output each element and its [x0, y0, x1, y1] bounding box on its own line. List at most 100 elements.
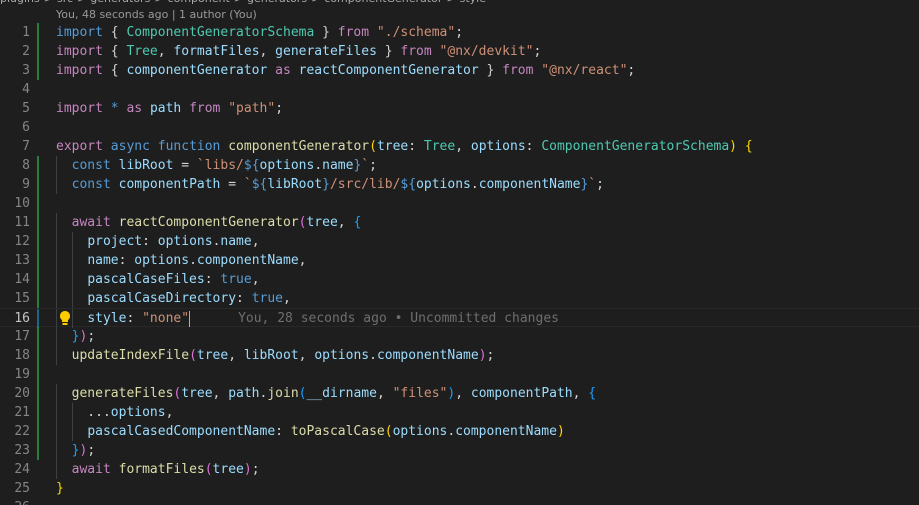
code-token: , [455, 386, 471, 401]
code-token: ) [478, 348, 487, 363]
git-change-indicator[interactable] [37, 327, 39, 346]
breadcrumb-item[interactable]: componentGenerator [324, 0, 442, 5]
breadcrumb-item[interactable]: plugins [0, 0, 40, 5]
inline-blame[interactable]: You, 28 seconds ago • Uncommitted change… [238, 311, 559, 326]
code-content: }); [56, 441, 95, 460]
code-token: ; [627, 63, 636, 78]
git-change-indicator[interactable] [37, 441, 39, 460]
code-token: ${ [243, 158, 260, 173]
code-token: ComponentGeneratorSchema [126, 25, 315, 40]
code-token: : [236, 291, 252, 306]
code-line[interactable]: 21 ...options, [0, 403, 919, 422]
code-line[interactable]: 24 await formatFiles(tree); [0, 460, 919, 479]
code-line[interactable]: 5 import * as path from "path"; [0, 99, 919, 118]
code-token: : [275, 424, 291, 439]
line-number: 22 [14, 424, 30, 439]
codelens-blame[interactable]: You, 48 seconds ago | 1 author (You) [56, 8, 257, 24]
breadcrumb-item[interactable]: generators [90, 0, 150, 5]
code-token: function [157, 139, 229, 154]
code-token: } [322, 177, 330, 192]
code-token: . [470, 177, 479, 192]
code-content: }); [56, 327, 95, 346]
git-change-indicator[interactable] [37, 175, 39, 194]
code-line[interactable]: 19 [0, 365, 919, 384]
code-line[interactable]: 10 [0, 194, 919, 213]
line-number: 23 [14, 443, 30, 458]
code-editor[interactable]: plugins > src > generators > component > generat… [0, 0, 919, 505]
breadcrumb-item[interactable]: component [168, 0, 230, 5]
git-change-indicator[interactable] [37, 42, 39, 61]
code-line[interactable]: 20 generateFiles(tree, path.join(__dirna… [0, 384, 919, 403]
code-token: } [376, 44, 401, 59]
code-token: ) [556, 424, 565, 439]
git-change-indicator[interactable] [37, 232, 39, 251]
git-change-indicator[interactable] [37, 251, 39, 270]
code-line[interactable]: 11 await reactComponentGenerator(tree, { [0, 213, 919, 232]
code-line[interactable]: 3 import { componentGenerator as reactCom… [0, 61, 919, 80]
git-change-indicator[interactable] [37, 309, 39, 328]
git-change-indicator[interactable] [37, 23, 39, 42]
code-line[interactable]: 6 [0, 118, 919, 137]
lightbulb-icon[interactable] [58, 310, 72, 326]
line-number: 13 [14, 253, 30, 268]
git-change-indicator[interactable] [37, 213, 39, 232]
code-token: { [588, 386, 597, 401]
code-content: name: options.componentName, [56, 251, 306, 270]
code-line[interactable]: 1 import { ComponentGeneratorSchema } fro… [0, 23, 919, 42]
code-token: , [455, 139, 471, 154]
code-line[interactable]: 14 pascalCaseFiles: true, [0, 270, 919, 289]
git-change-indicator[interactable] [37, 403, 39, 422]
code-line[interactable]: 13 name: options.componentName, [0, 251, 919, 270]
code-line[interactable]: 22 pascalCasedComponentName: toPascalCas… [0, 422, 919, 441]
git-change-indicator[interactable] [37, 156, 39, 175]
git-change-indicator[interactable] [37, 194, 39, 213]
code-content: pascalCaseDirectory: true, [56, 289, 291, 308]
code-line[interactable]: 7 export async function componentGenerato… [0, 137, 919, 156]
git-change-indicator[interactable] [37, 365, 39, 384]
git-change-indicator[interactable] [37, 270, 39, 289]
code-line[interactable]: 15 pascalCaseDirectory: true, [0, 289, 919, 308]
breadcrumb-item[interactable]: style [460, 0, 486, 5]
code-line[interactable]: 17 }); [0, 327, 919, 346]
code-line[interactable]: 23 }); [0, 441, 919, 460]
code-content: updateIndexFile(tree, libRoot, options.c… [56, 346, 495, 365]
breadcrumb-separator: > [234, 0, 243, 5]
code-line[interactable]: 4 [0, 80, 919, 99]
code-token: ; [369, 158, 377, 173]
git-change-indicator[interactable] [37, 289, 39, 308]
code-token: tree [306, 215, 338, 230]
git-change-indicator[interactable] [37, 346, 39, 365]
code-line[interactable]: 25} [0, 479, 919, 498]
code-token: from [337, 25, 377, 40]
code-token: generateFiles [71, 386, 174, 401]
code-token: , [259, 44, 276, 59]
code-token: componentName [478, 177, 581, 192]
code-line[interactable]: 12 project: options.name, [0, 232, 919, 251]
line-number: 7 [22, 139, 30, 154]
code-token: export [56, 139, 111, 154]
breadcrumb-item[interactable]: src [57, 0, 73, 5]
code-token: from [502, 63, 542, 78]
code-line[interactable]: 26 [0, 498, 919, 505]
code-line[interactable]: 2 import { Tree, formatFiles, generateFil… [0, 42, 919, 61]
code-line[interactable]: 9 const componentPath = `${libRoot}/src/… [0, 175, 919, 194]
code-line[interactable]: 8 const libRoot = `libs/${options.name}`… [0, 156, 919, 175]
code-token: } [56, 481, 64, 496]
code-token: componentGenerator [228, 139, 370, 154]
code-token: ; [596, 177, 604, 192]
git-change-indicator[interactable] [37, 422, 39, 441]
breadcrumb[interactable]: plugins > src > generators > component > generat… [0, 0, 490, 6]
code-line[interactable]: 18 updateIndexFile(tree, libRoot, option… [0, 346, 919, 365]
code-content: ...options, [56, 403, 173, 422]
git-change-indicator[interactable] [37, 61, 39, 80]
git-change-indicator[interactable] [37, 384, 39, 403]
code-token: : [408, 139, 424, 154]
code-line[interactable]: 16 style: "none" You, 28 seconds ago • Un… [0, 308, 919, 328]
breadcrumb-item[interactable]: generators [247, 0, 307, 5]
line-number: 6 [22, 120, 30, 135]
